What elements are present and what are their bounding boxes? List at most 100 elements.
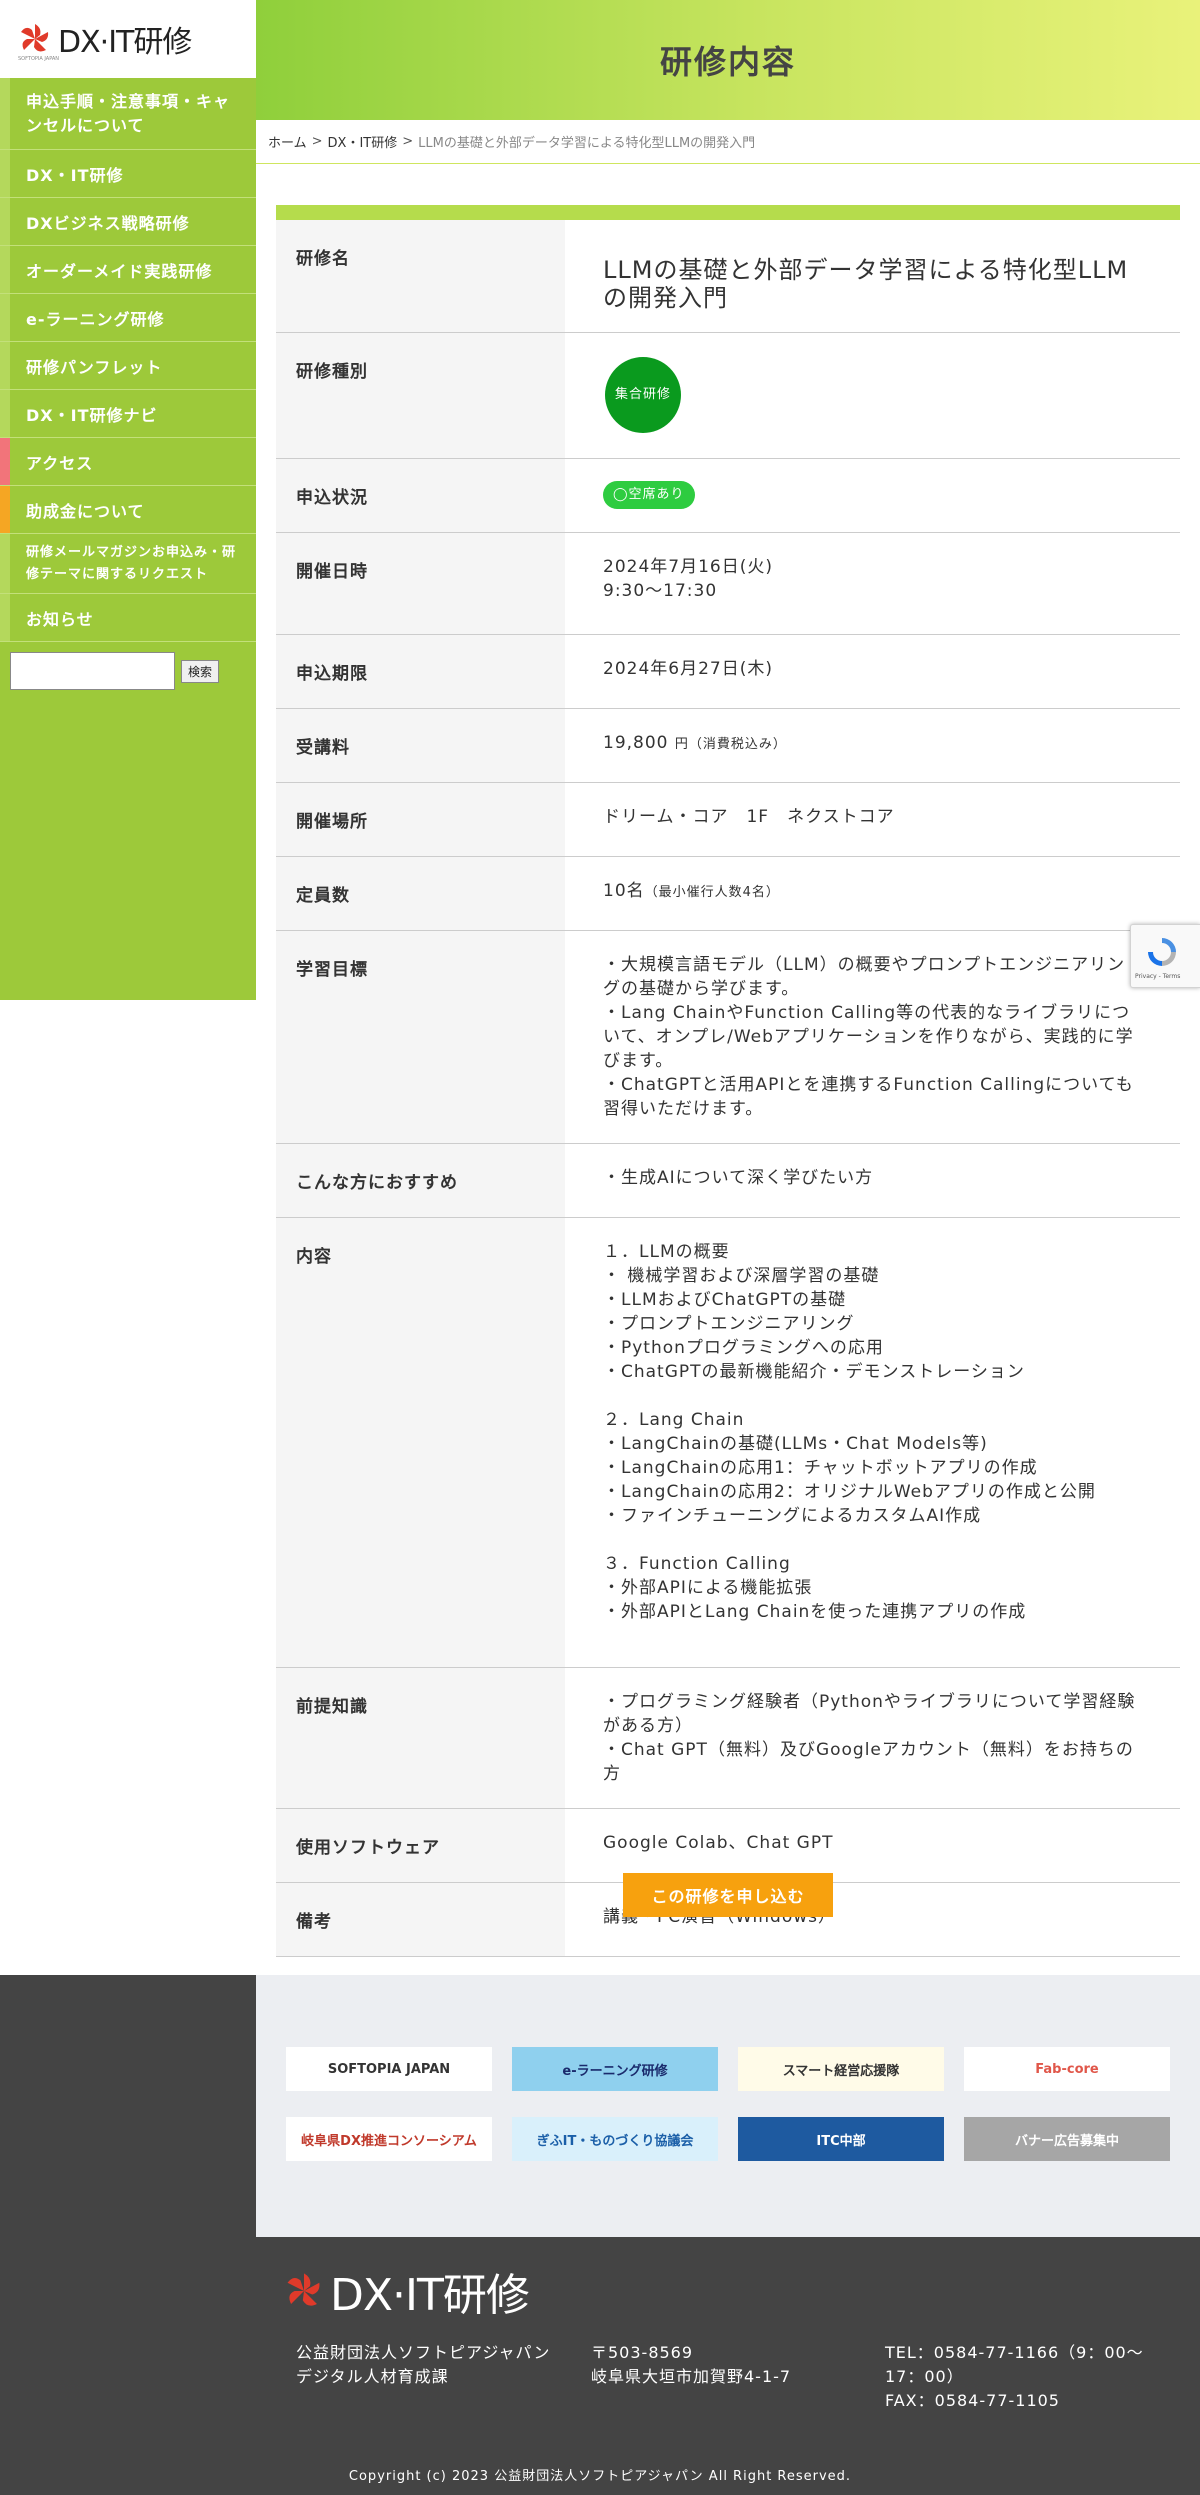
softopia-logo-icon [284, 2271, 324, 2311]
sidebar-item-dx-it[interactable]: DX・IT研修 [0, 150, 256, 198]
sidebar-item-dx-business[interactable]: DXビジネス戦略研修 [0, 198, 256, 246]
sidebar-item-label: お知らせ [26, 609, 94, 629]
row-label: 申込期限 [276, 634, 565, 709]
capacity-value: 10名 [603, 881, 645, 901]
page-header: 研修内容 [256, 0, 1200, 120]
sidebar-item-navi[interactable]: DX・IT研修ナビ [0, 390, 256, 438]
row-label: 備考 [276, 1882, 565, 1957]
course-title: LLMの基礎と外部データ学習による特化型LLMの開発入門 [603, 256, 1129, 312]
row-label: 研修種別 [276, 332, 565, 459]
table-row: 使用ソフトウェア Google Colab、Chat GPT [276, 1808, 1180, 1883]
table-row: 研修種別 集合研修 [276, 332, 1180, 459]
course-contents: １．LLMの概要 ・ 機械学習および深層学習の基礎 ・LLMおよびChatGPT… [603, 1242, 1096, 1622]
table-top-bar [276, 205, 1180, 220]
course-info-table: 研修名 LLMの基礎と外部データ学習による特化型LLMの開発入門 研修種別 集合… [276, 220, 1180, 1957]
course-venue: ドリーム・コア 1F ネクストコア [603, 807, 895, 827]
sidebar-item-subsidy[interactable]: 助成金について [0, 486, 256, 534]
breadcrumb: ホーム > DX・IT研修 > LLMの基礎と外部データ学習による特化型LLMの… [256, 120, 1200, 164]
table-row: 学習目標 ・大規模言語モデル（LLM）の概要やプロンプトエンジニアリングの基礎か… [276, 930, 1180, 1144]
sidebar-item-label: オーダーメイド実践研修 [26, 261, 213, 281]
table-row: 開催日時 2024年7月16日(火) 9:30〜17:30 [276, 532, 1180, 635]
search-form: 検索 [0, 642, 256, 700]
table-row: 研修名 LLMの基礎と外部データ学習による特化型LLMの開発入門 [276, 220, 1180, 333]
banner-area: SOFTOPIA JAPAN e-ラーニング研修 スマート経営応援隊 Fab-c… [256, 1975, 1200, 2237]
softopia-logo-icon [18, 22, 52, 56]
breadcrumb-separator: > [402, 134, 414, 149]
fee-note: （消費税込み） [688, 737, 787, 752]
course-software: Google Colab、Chat GPT [603, 1833, 834, 1853]
banner-gifu-dx[interactable]: 岐阜県DX推進コンソーシアム [286, 2117, 492, 2161]
fee-unit: 円 [674, 737, 689, 752]
banner-fab-core[interactable]: Fab-core [964, 2047, 1170, 2091]
brand-sub: SOFTOPIA JAPAN [18, 56, 60, 62]
search-button[interactable]: 検索 [181, 659, 220, 683]
sidebar-item-pamphlet[interactable]: 研修パンフレット [0, 342, 256, 390]
breadcrumb-home[interactable]: ホーム [268, 132, 307, 151]
course-detail: 研修名 LLMの基礎と外部データ学習による特化型LLMの開発入門 研修種別 集合… [276, 205, 1180, 1957]
sidebar-item-ordermade[interactable]: オーダーメイド実践研修 [0, 246, 256, 294]
footer-logo[interactable]: DX·IT研修 [284, 2259, 530, 2323]
sidebar-item-news[interactable]: お知らせ [0, 594, 256, 642]
banner-elearning[interactable]: e-ラーニング研修 [512, 2047, 718, 2091]
breadcrumb-current: LLMの基礎と外部データ学習による特化型LLMの開発入門 [418, 136, 756, 151]
row-label: 使用ソフトウェア [276, 1808, 565, 1883]
row-label: 受講料 [276, 708, 565, 783]
sidebar-item-label: DX・IT研修 [26, 165, 124, 185]
banner-itc-chubu[interactable]: ITC中部 [738, 2117, 944, 2161]
banner-section: SOFTOPIA JAPAN e-ラーニング研修 スマート経営応援隊 Fab-c… [0, 1975, 1200, 2237]
row-label: 申込状況 [276, 458, 565, 533]
table-row: こんな方におすすめ ・生成AIについて深く学びたい方 [276, 1143, 1180, 1218]
row-label: 研修名 [276, 220, 565, 333]
sidebar-item-label: 助成金について [26, 501, 145, 521]
recaptcha-badge[interactable]: Privacy - Terms [1130, 924, 1200, 988]
sidebar-item-label: 研修メールマガジンお申込み・研修テーマに関するリクエスト [26, 544, 237, 582]
capacity-note: （最小催行人数4名） [644, 885, 780, 900]
row-label: 開催場所 [276, 782, 565, 857]
footer-address: 〒503-8569 岐阜県大垣市加賀野4-1-7 [591, 2343, 792, 2386]
recaptcha-label: Privacy - Terms [1135, 973, 1181, 980]
course-prerequisite: ・プログラミング経験者（Pythonやライブラリについて学習経験がある方） ・C… [603, 1692, 1136, 1784]
row-label: 内容 [276, 1217, 565, 1668]
status-cell: ◯空席あり [565, 459, 1180, 533]
course-capacity: 10名（最小催行人数4名） [565, 857, 1180, 931]
course-target: ・生成AIについて深く学びたい方 [603, 1168, 874, 1188]
sidebar-item-label: 申込手順・注意事項・キャンセルについて [26, 91, 231, 135]
sidebar-item-elearning[interactable]: e-ラーニング研修 [0, 294, 256, 342]
sidebar-item-label: アクセス [26, 453, 94, 473]
course-deadline: 2024年6月27日(木) [603, 659, 773, 679]
banner-smart-keiei[interactable]: スマート経営応援隊 [738, 2047, 944, 2091]
breadcrumb-separator: > [311, 134, 323, 149]
site-logo[interactable]: DX·IT研修 SOFTOPIA JAPAN [0, 0, 256, 78]
course-fee: 19,800 円（消費税込み） [565, 709, 1180, 783]
table-row: 申込期限 2024年6月27日(木) [276, 634, 1180, 709]
footer-brand-name: DX·IT研修 [330, 2270, 530, 2321]
footer-org: 公益財団法人ソフトピアジャパン デジタル人材育成課 [296, 2343, 551, 2386]
sidebar-item-application[interactable]: 申込手順・注意事項・キャンセルについて [0, 78, 256, 150]
table-row: 前提知識 ・プログラミング経験者（Pythonやライブラリについて学習経験がある… [276, 1667, 1180, 1809]
fee-amount: 19,800 [603, 733, 669, 753]
table-row: 定員数 10名（最小催行人数4名） [276, 856, 1180, 931]
row-label: 開催日時 [276, 532, 565, 635]
sidebar-item-mailmagazine[interactable]: 研修メールマガジンお申込み・研修テーマに関するリクエスト [0, 534, 256, 594]
brand-name: DX·IT研修 [58, 25, 192, 60]
row-label: 学習目標 [276, 930, 565, 1144]
search-input[interactable] [10, 652, 175, 690]
status-badge: ◯空席あり [603, 481, 695, 509]
banner-ad-recruit[interactable]: バナー広告募集中 [964, 2117, 1170, 2161]
banner-softopia[interactable]: SOFTOPIA JAPAN [286, 2047, 492, 2091]
row-label: 定員数 [276, 856, 565, 931]
apply-button[interactable]: この研修を申し込む [623, 1873, 833, 1917]
banner-gifu-it[interactable]: ぎふIT・ものづくり協議会 [512, 2117, 718, 2161]
course-date: 2024年7月16日(火) 9:30〜17:30 [603, 557, 773, 601]
sidebar-item-label: DXビジネス戦略研修 [26, 213, 190, 233]
copyright: Copyright (c) 2023 公益財団法人ソフトピアジャパン All R… [348, 2469, 852, 2484]
sidebar-item-label: 研修パンフレット [26, 357, 163, 377]
breadcrumb-category[interactable]: DX・IT研修 [328, 132, 398, 151]
sidebar-item-label: e-ラーニング研修 [26, 309, 165, 329]
course-type-badge: 集合研修 [605, 357, 681, 433]
course-type-cell: 集合研修 [565, 333, 1180, 459]
recaptcha-icon [1148, 938, 1176, 966]
row-label: 前提知識 [276, 1667, 565, 1809]
sidebar-item-access[interactable]: アクセス [0, 438, 256, 486]
page-title: 研修内容 [659, 43, 796, 81]
